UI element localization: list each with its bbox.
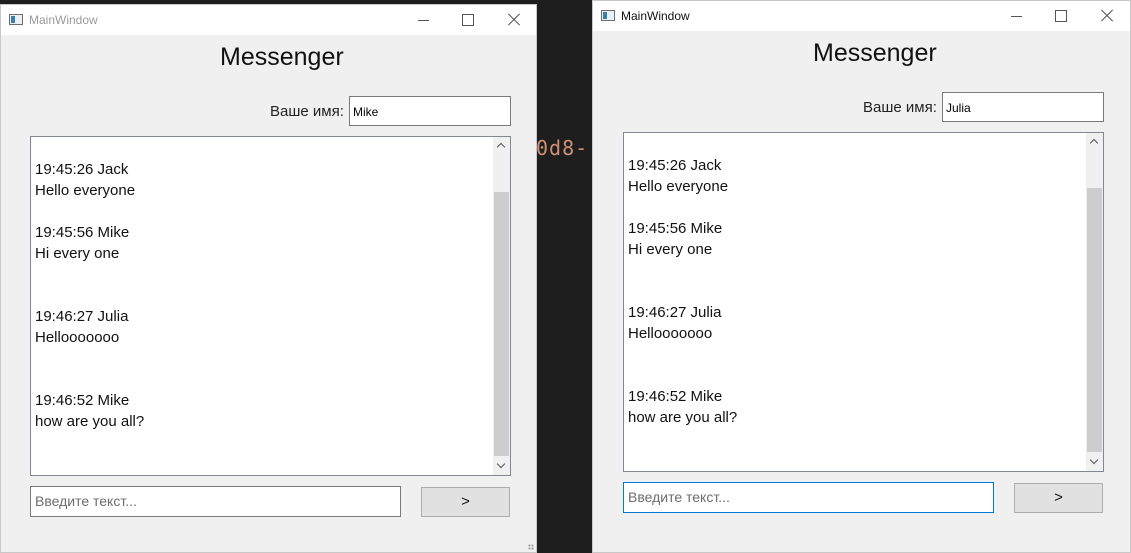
background-editor-code: 0d8- — [536, 136, 589, 160]
app-heading: Messenger — [813, 39, 937, 67]
send-button[interactable]: > — [1014, 483, 1103, 513]
scroll-up-arrow-icon[interactable] — [1086, 133, 1103, 150]
title-bar[interactable]: MainWindow — [1, 5, 536, 35]
message-header: 19:45:26 Jack — [628, 157, 722, 174]
name-label: Ваше имя: — [270, 103, 344, 120]
message-item: 19:46:27 Julia Hellooooooo — [628, 302, 737, 344]
scrollbar-thumb[interactable] — [494, 192, 509, 456]
name-label: Ваше имя: — [863, 99, 937, 116]
maximize-icon[interactable] — [461, 13, 475, 27]
title-bar[interactable]: MainWindow — [593, 1, 1130, 31]
message-item: 19:45:56 Mike Hi every one — [35, 222, 144, 264]
vertical-scrollbar[interactable] — [493, 137, 510, 475]
message-item: 19:46:27 Julia Hellooooooo — [35, 306, 144, 348]
scroll-down-arrow-icon[interactable] — [493, 458, 510, 475]
scrollbar-thumb[interactable] — [1087, 188, 1102, 452]
close-icon[interactable] — [507, 13, 521, 27]
message-item: 19:45:26 Jack Hello everyone — [35, 159, 144, 201]
message-text: Hi every one — [628, 241, 713, 258]
message-text: how are you all? — [35, 413, 145, 430]
message-history[interactable]: 19:45:26 Jack Hello everyone 19:45:56 Mi… — [30, 136, 511, 476]
window-title: MainWindow — [29, 13, 98, 27]
maximize-icon[interactable] — [1054, 9, 1068, 23]
message-text: Hello everyone — [35, 182, 136, 199]
message-header: 19:46:27 Julia — [35, 308, 129, 325]
close-icon[interactable] — [1100, 9, 1114, 23]
message-item: 19:46:52 Mike how are you all? — [35, 390, 144, 432]
message-input[interactable]: Введите текст... — [30, 486, 401, 517]
app-window-icon — [601, 10, 615, 21]
message-header: 19:45:56 Mike — [628, 220, 723, 237]
app-window-icon — [9, 14, 23, 25]
minimize-icon[interactable] — [1010, 9, 1024, 23]
window-title: MainWindow — [621, 9, 690, 23]
message-input[interactable]: Введите текст... — [623, 482, 994, 513]
scroll-down-arrow-icon[interactable] — [1086, 454, 1103, 471]
message-header: 19:46:52 Mike — [35, 392, 130, 409]
name-input[interactable]: Julia — [942, 92, 1104, 122]
messenger-window-julia: MainWindow Messenger Ваше имя: Julia 19:… — [592, 0, 1131, 553]
message-header: 19:46:27 Julia — [628, 304, 722, 321]
message-text: Hellooooooo — [35, 329, 120, 346]
message-item: 19:46:52 Mike how are you all? — [628, 386, 737, 428]
message-header: 19:45:56 Mike — [35, 224, 130, 241]
message-text: Hellooooooo — [628, 325, 713, 342]
scroll-up-arrow-icon[interactable] — [493, 137, 510, 154]
messenger-window-mike: MainWindow Messenger Ваше имя: Mike 19:4… — [0, 4, 537, 553]
vertical-scrollbar[interactable] — [1086, 133, 1103, 471]
app-heading: Messenger — [220, 43, 344, 71]
message-header: 19:46:52 Mike — [628, 388, 723, 405]
message-text: Hi every one — [35, 245, 120, 262]
message-item: 19:45:56 Mike Hi every one — [628, 218, 737, 260]
message-text: how are you all? — [628, 409, 738, 426]
send-button[interactable]: > — [421, 487, 510, 517]
message-history[interactable]: 19:45:26 Jack Hello everyone 19:45:56 Mi… — [623, 132, 1104, 472]
minimize-icon[interactable] — [417, 13, 431, 27]
name-input[interactable]: Mike — [349, 96, 511, 126]
message-text: Hello everyone — [628, 178, 729, 195]
message-item: 19:45:26 Jack Hello everyone — [628, 155, 737, 197]
resize-grip-icon[interactable] — [528, 544, 534, 550]
message-header: 19:45:26 Jack — [35, 161, 129, 178]
